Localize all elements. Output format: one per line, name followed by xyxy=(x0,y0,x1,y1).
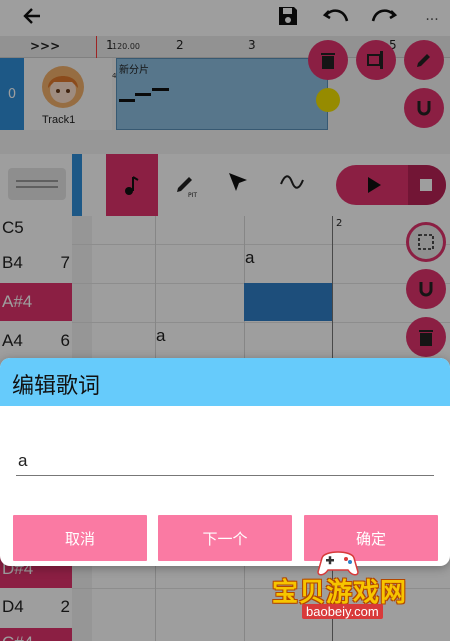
edit-lyrics-dialog: 编辑歌词 取消 下一个 确定 xyxy=(0,358,450,566)
cancel-button[interactable]: 取消 xyxy=(13,515,147,561)
watermark-url: baobeiy.com xyxy=(302,604,383,619)
lyrics-input[interactable] xyxy=(16,446,434,476)
site-watermark: 宝贝游戏网 baobeiy.com xyxy=(258,548,428,626)
dialog-header: 编辑歌词 xyxy=(0,358,450,406)
dialog-title: 编辑歌词 xyxy=(12,374,101,399)
